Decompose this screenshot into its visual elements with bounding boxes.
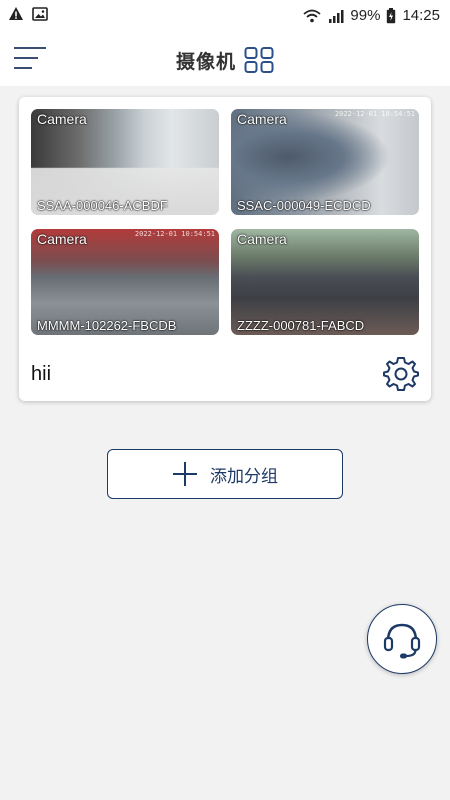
plus-icon — [173, 462, 197, 486]
status-bar: 99% 14:25 — [0, 0, 450, 32]
camera-label: Camera — [237, 111, 287, 127]
camera-device-id: MMMM-102262-FBCDB — [37, 318, 177, 333]
grid-view-icon[interactable] — [244, 46, 274, 74]
camera-timestamp: 2022-12-01 10:54:51 — [334, 110, 415, 118]
wifi-icon — [303, 9, 322, 23]
signal-icon — [329, 10, 344, 23]
camera-label: Camera — [37, 231, 87, 247]
camera-label: Camera — [37, 111, 87, 127]
page-title: 摄像机 — [175, 51, 236, 73]
support-button[interactable] — [367, 604, 437, 674]
warning-icon — [9, 7, 23, 20]
headset-icon — [383, 623, 421, 659]
camera-timestamp: 2022-12-01 10:54:51 — [134, 230, 215, 238]
camera-label: Camera — [237, 231, 287, 247]
battery-icon — [387, 8, 396, 24]
image-icon — [32, 7, 48, 21]
clock: 14:25 — [402, 7, 440, 24]
battery-percent: 99% — [350, 7, 381, 24]
camera-grid: Camera SSAA-000046-ACBDF 2022-12-01 10:5… — [31, 109, 419, 335]
camera-tile[interactable]: Camera ZZZZ-000781-FABCD — [231, 229, 419, 335]
camera-tile[interactable]: 2022-12-01 10:54:51 Camera SSAC-000049-E… — [231, 109, 419, 215]
group-name: hii — [31, 363, 52, 385]
camera-device-id: SSAC-000049-ECDCD — [237, 198, 371, 213]
camera-tile[interactable]: Camera SSAA-000046-ACBDF — [31, 109, 219, 215]
camera-device-id: ZZZZ-000781-FABCD — [237, 318, 365, 333]
app-header: 摄像机 — [0, 32, 450, 86]
camera-device-id: SSAA-000046-ACBDF — [37, 198, 168, 213]
gear-icon[interactable] — [383, 355, 419, 391]
camera-group-card[interactable]: Camera SSAA-000046-ACBDF 2022-12-01 10:5… — [19, 97, 431, 401]
camera-tile[interactable]: 2022-12-01 10:54:51 Camera MMMM-102262-F… — [31, 229, 219, 335]
add-group-button[interactable]: 添加分组 — [107, 449, 343, 499]
add-group-label: 添加分组 — [210, 466, 278, 486]
